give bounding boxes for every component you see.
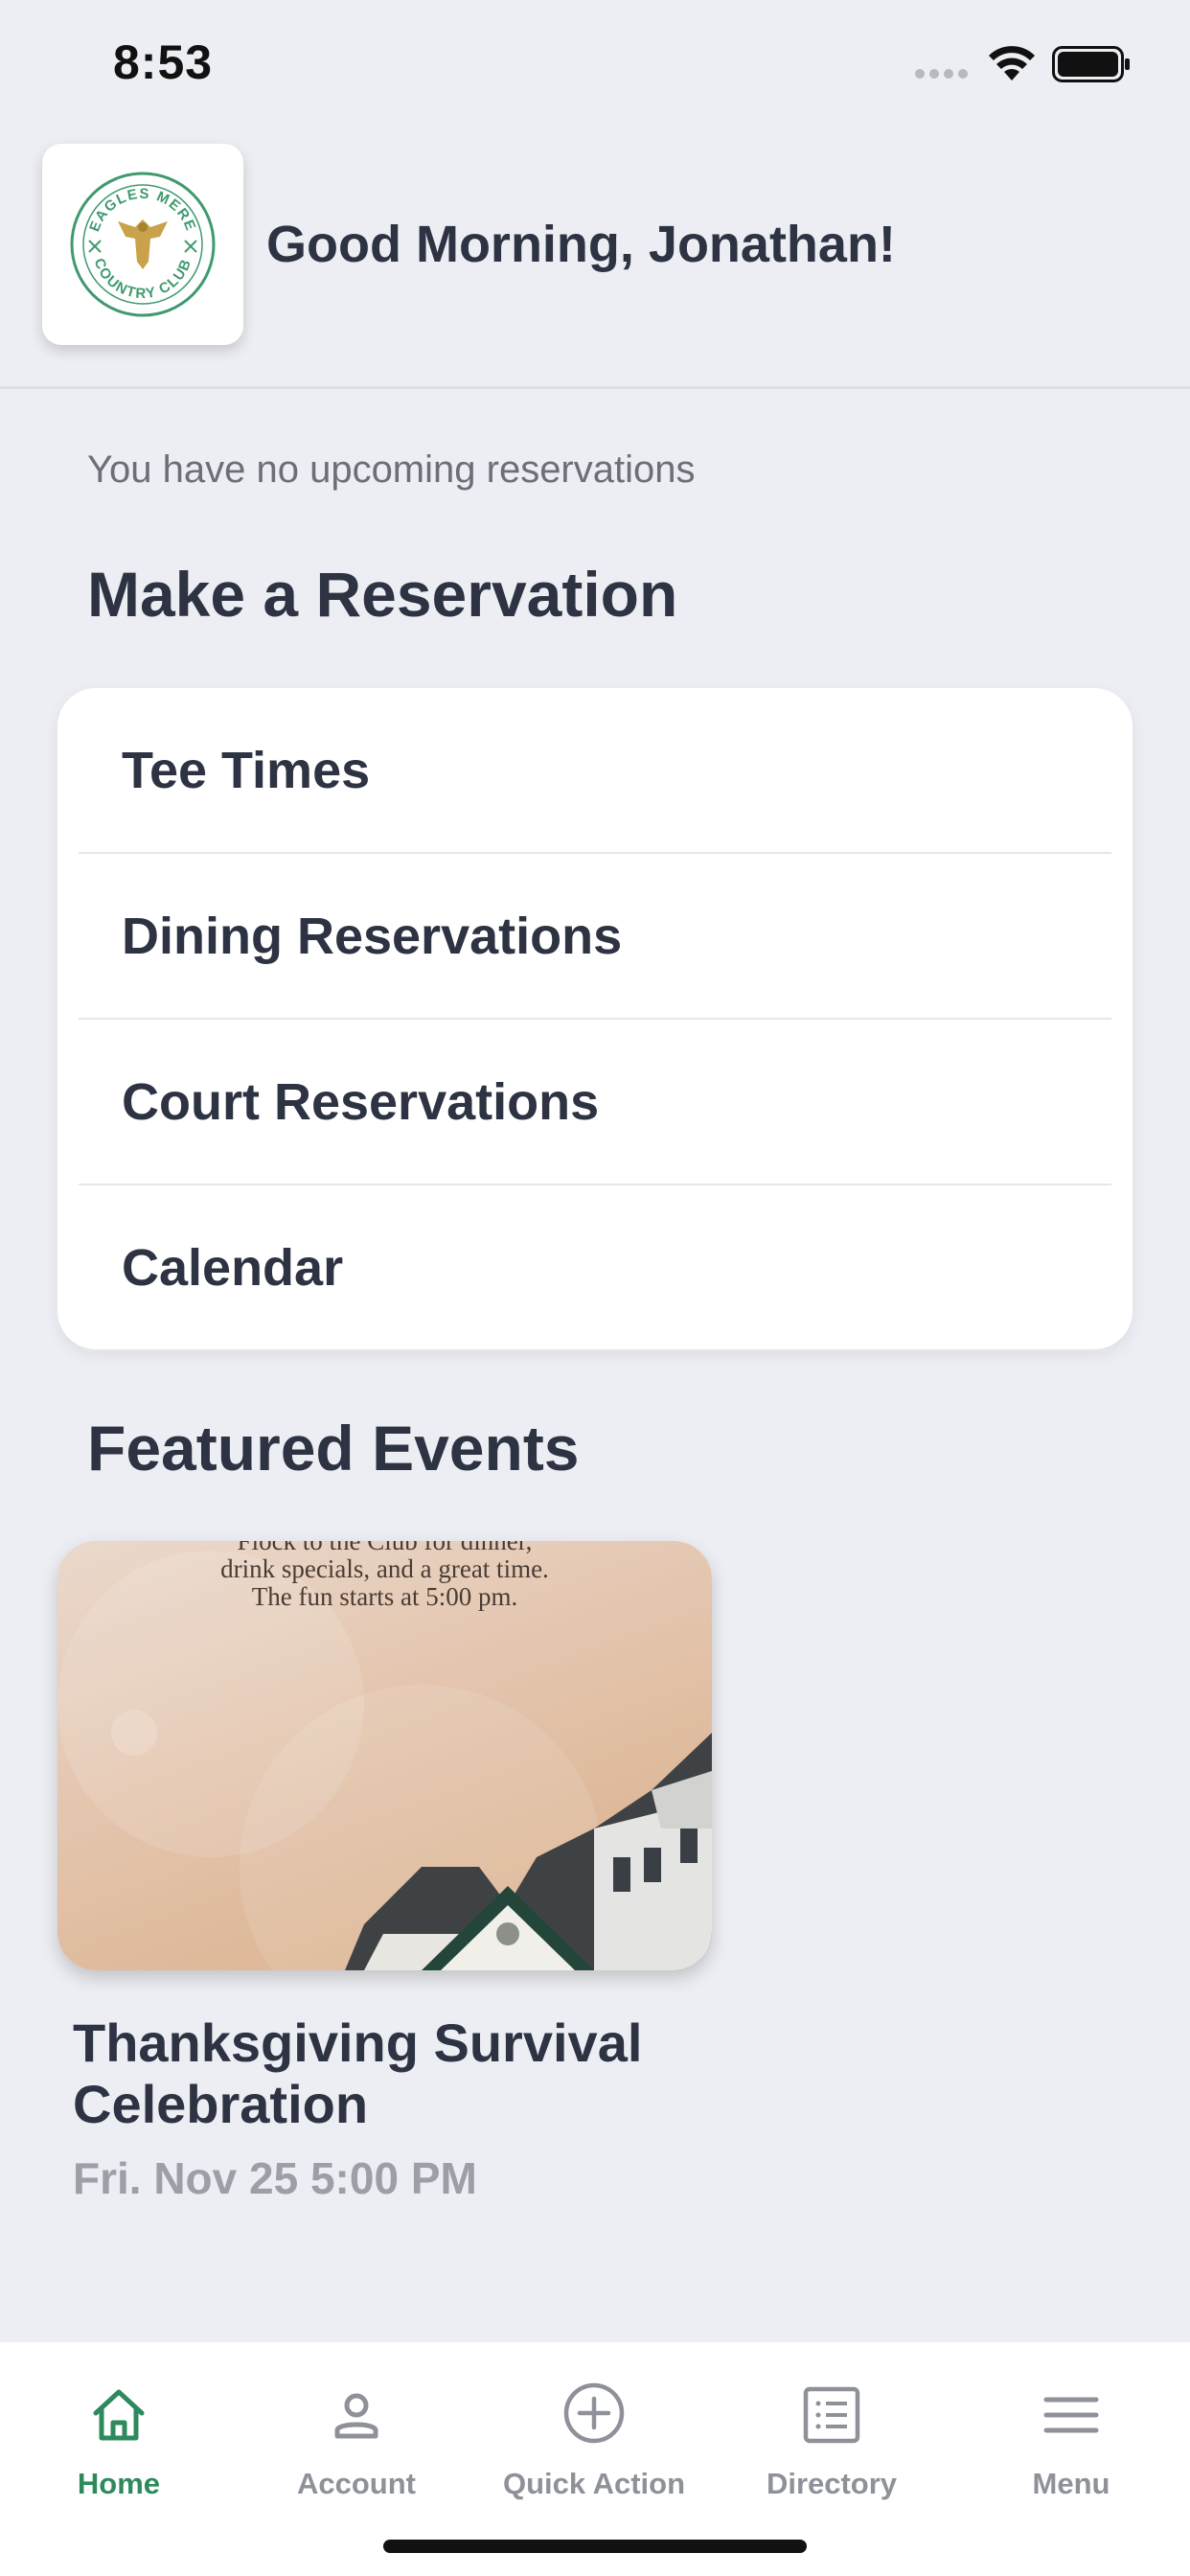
tab-directory[interactable]: Directory [713,2342,950,2515]
list-icon [803,2386,860,2444]
home-indicator[interactable] [383,2540,807,2553]
event-date: Fri. Nov 25 5:00 PM [73,2153,477,2203]
hamburger-icon [1043,2397,1099,2433]
event-image-caption: Flock to the Club for dinner, drink spec… [57,1541,712,1611]
tab-label: Quick Action [502,2467,686,2500]
reservation-item-label: Tee Times [122,741,371,799]
event-image-card[interactable]: Flock to the Club for dinner, drink spec… [57,1541,712,1970]
event-image-caption-line: The fun starts at 5:00 pm. [251,1582,518,1611]
header: EAGLES MERE COUNTRY CLUB Good Morning, J… [0,134,1190,389]
featured-events-title: Featured Events [87,1413,580,1484]
club-logo[interactable]: EAGLES MERE COUNTRY CLUB [42,144,243,345]
tab-label: Account [297,2467,416,2500]
reservation-options-card: Tee Times Dining Reservations Court Rese… [57,688,1133,1351]
greeting-text: Good Morning, Jonathan! [266,216,896,273]
battery-icon [1052,46,1130,82]
club-crest-icon: EAGLES MERE COUNTRY CLUB [70,172,216,317]
reservation-item-label: Dining Reservations [122,907,623,965]
person-icon [334,2393,378,2439]
tab-label: Directory [766,2467,898,2500]
tab-label: Menu [1032,2467,1110,2500]
tab-quick-action[interactable]: Quick Action [475,2342,713,2515]
home-icon [93,2389,145,2441]
wifi-icon [989,46,1035,80]
event-title[interactable]: Thanksgiving Survival Celebration [73,2012,667,2135]
event-image-caption-line: drink specials, and a great time. [220,1554,549,1583]
cellular-signal-icon [915,69,968,79]
tab-menu[interactable]: Menu [952,2342,1190,2515]
tab-home[interactable]: Home [0,2342,238,2515]
no-reservations-message: You have no upcoming reservations [87,448,696,491]
status-bar: 8:53 [0,0,1190,134]
reservation-item-dining[interactable]: Dining Reservations [79,854,1111,1020]
reservation-item-court[interactable]: Court Reservations [79,1020,1111,1185]
reservation-item-calendar[interactable]: Calendar [79,1185,1111,1351]
make-reservation-title: Make a Reservation [87,559,678,630]
status-time: 8:53 [113,35,214,89]
tab-label: Home [77,2467,161,2500]
plus-circle-icon [563,2382,625,2444]
event-image-caption-line: Flock to the Club for dinner, [237,1541,533,1555]
reservation-item-label: Calendar [122,1238,344,1297]
reservation-item-label: Court Reservations [122,1072,600,1131]
reservation-item-tee-times[interactable]: Tee Times [79,688,1111,854]
tab-account[interactable]: Account [238,2342,475,2515]
